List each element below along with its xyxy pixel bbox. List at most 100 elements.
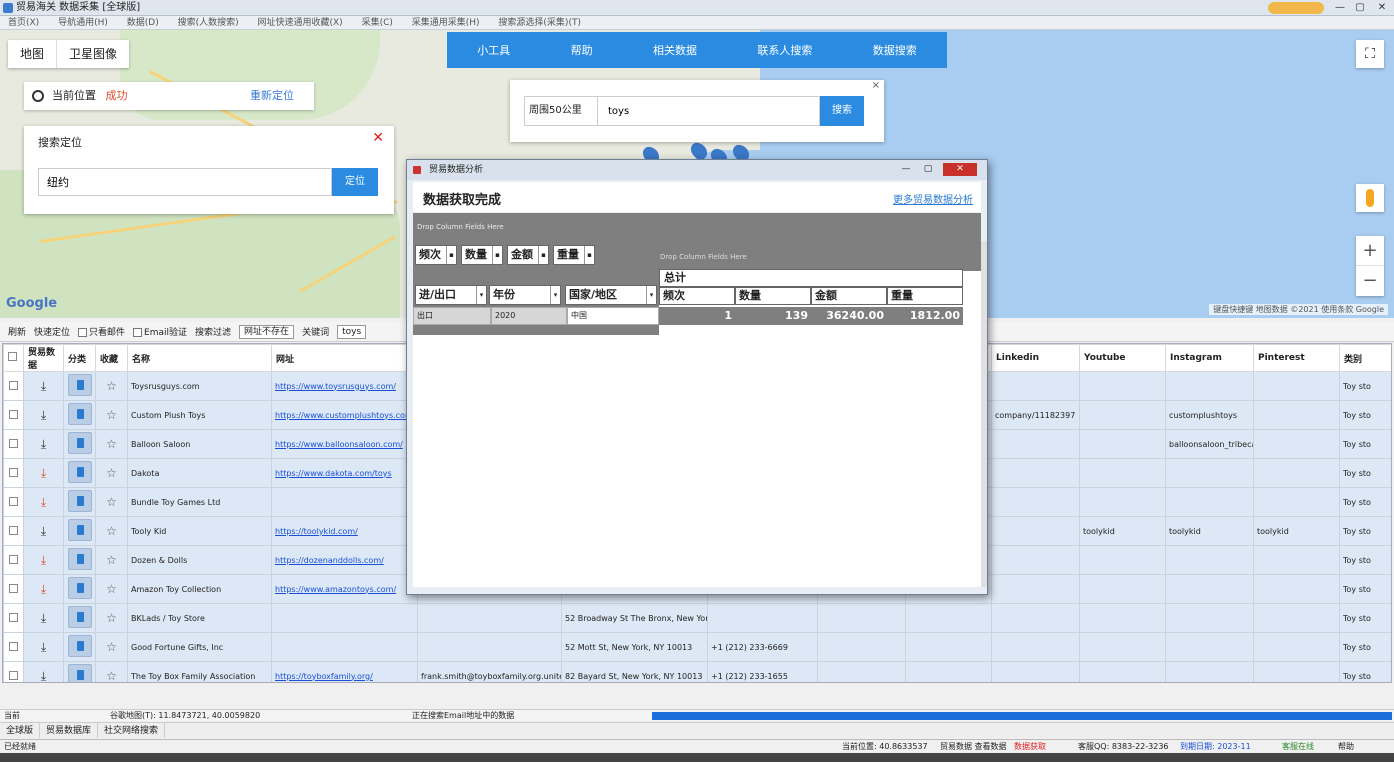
row-year-cell[interactable]: 2020 — [491, 307, 567, 325]
menu-item[interactable]: 首页(X) — [0, 18, 47, 28]
maximize-button[interactable]: ▢ — [1350, 1, 1370, 15]
url-link[interactable]: https://www.balloonsaloon.com/ — [275, 440, 403, 449]
url-cell[interactable]: https://www.dakota.com/toys — [271, 458, 418, 488]
star-icon[interactable]: ☆ — [106, 408, 117, 422]
refresh-button[interactable]: 刷新 — [8, 325, 26, 338]
row-select-cell[interactable] — [3, 487, 24, 517]
url-cell[interactable] — [271, 603, 418, 633]
menu-item[interactable]: 采集(C) — [354, 18, 401, 28]
dialog-close-button[interactable]: ✕ — [943, 163, 977, 176]
download-icon[interactable]: ⤓ — [41, 408, 46, 422]
category-cell[interactable] — [63, 371, 96, 401]
category-cell[interactable] — [63, 516, 96, 546]
email-verify-checkbox[interactable]: Email验证 — [133, 325, 187, 338]
url-cell[interactable]: https://toyboxfamily.org/ — [271, 661, 418, 682]
category-cell[interactable] — [63, 661, 96, 682]
url-link[interactable]: https://dozenanddolls.com/ — [275, 556, 384, 565]
tab-global[interactable]: 全球版 — [0, 723, 41, 738]
trade-data-cell[interactable]: ⤓ — [23, 429, 64, 459]
menu-item[interactable]: 采集通用采集(H) — [404, 18, 488, 28]
row-select-cell[interactable] — [3, 661, 24, 682]
trade-data-cell[interactable]: ⤓ — [23, 603, 64, 633]
col-youtube[interactable]: Youtube — [1079, 344, 1166, 372]
url-link[interactable]: https://toolykid.com/ — [275, 527, 358, 536]
phone-icon[interactable] — [67, 664, 92, 682]
url-link[interactable]: https://toyboxfamily.org/ — [275, 672, 373, 681]
close-icon[interactable]: × — [872, 80, 880, 91]
phone-icon[interactable] — [67, 577, 92, 599]
favorite-cell[interactable]: ☆ — [95, 661, 128, 682]
favorite-cell[interactable]: ☆ — [95, 487, 128, 517]
menu-tools[interactable]: 小工具 — [477, 42, 510, 58]
row-checkbox[interactable] — [9, 641, 18, 651]
trade-data-cell[interactable]: ⤓ — [23, 487, 64, 517]
phone-icon[interactable] — [67, 606, 92, 628]
col-trade-data[interactable]: 贸易数据 — [23, 344, 64, 372]
row-field-year[interactable]: 年份 ▾ — [489, 285, 561, 305]
download-icon[interactable]: ⤓ — [41, 553, 46, 567]
phone-icon[interactable] — [67, 519, 92, 541]
phone-icon[interactable] — [67, 548, 92, 570]
relocate-link[interactable]: 重新定位 — [250, 82, 294, 110]
url-link[interactable]: https://www.toysrusguys.com/ — [275, 382, 396, 391]
row-checkbox[interactable] — [9, 409, 18, 419]
row-field-country[interactable]: 国家/地区 ▾ — [565, 285, 657, 305]
favorite-cell[interactable]: ☆ — [95, 574, 128, 604]
category-cell[interactable] — [63, 603, 96, 633]
locate-input[interactable] — [38, 168, 332, 196]
notification-pill[interactable] — [1268, 2, 1324, 14]
row-country-cell[interactable]: 中国 — [567, 307, 659, 325]
row-field-direction[interactable]: 进/出口 ▾ — [415, 285, 487, 305]
category-cell[interactable] — [63, 458, 96, 488]
row-checkbox[interactable] — [9, 496, 18, 506]
url-filter-dropdown[interactable]: 网址不存在 — [239, 324, 295, 339]
download-icon[interactable]: ⤓ — [41, 495, 46, 509]
street-view-pegman-icon[interactable] — [1356, 184, 1384, 212]
col-favorite[interactable]: 收藏 — [95, 344, 128, 372]
row-select-cell[interactable] — [3, 632, 24, 662]
menu-related-data[interactable]: 相关数据 — [653, 42, 697, 58]
trade-data-cell[interactable]: ⤓ — [23, 458, 64, 488]
phone-icon[interactable] — [67, 635, 92, 657]
favorite-cell[interactable]: ☆ — [95, 429, 128, 459]
star-icon[interactable]: ☆ — [106, 379, 117, 393]
trade-data-cell[interactable]: ⤓ — [23, 516, 64, 546]
table-row[interactable]: ⤓ ☆ The Toy Box Family Association https://… — [3, 661, 1391, 682]
status-online[interactable]: 客服在线 — [1282, 740, 1314, 754]
url-cell[interactable] — [271, 487, 418, 517]
fullscreen-icon[interactable]: ⛶ — [1356, 40, 1384, 68]
row-select-cell[interactable] — [3, 574, 24, 604]
data-field-weight[interactable]: 重量 ▪ — [553, 245, 595, 265]
row-select-cell[interactable] — [3, 545, 24, 575]
radius-search-button[interactable]: 搜索 — [820, 96, 864, 126]
download-icon[interactable]: ⤓ — [41, 611, 46, 625]
menu-item[interactable]: 搜索源选择(采集)(T) — [490, 18, 589, 28]
col-pinterest[interactable]: Pinterest — [1253, 344, 1340, 372]
star-icon[interactable]: ☆ — [106, 669, 117, 682]
row-checkbox[interactable] — [9, 438, 18, 448]
star-icon[interactable]: ☆ — [106, 582, 117, 596]
row-select-cell[interactable] — [3, 458, 24, 488]
phone-icon[interactable] — [67, 490, 92, 512]
favorite-cell[interactable]: ☆ — [95, 371, 128, 401]
favorite-cell[interactable]: ☆ — [95, 516, 128, 546]
row-checkbox[interactable] — [9, 583, 18, 593]
category-cell[interactable] — [63, 429, 96, 459]
download-icon[interactable]: ⤓ — [41, 582, 46, 596]
col-url[interactable]: 网址 — [271, 344, 418, 372]
keyword-input[interactable] — [598, 96, 820, 126]
menu-help[interactable]: 帮助 — [571, 42, 593, 58]
phone-icon[interactable] — [67, 461, 92, 483]
trade-data-cell[interactable]: ⤓ — [23, 661, 64, 682]
trade-data-cell[interactable]: ⤓ — [23, 632, 64, 662]
quick-locate-button[interactable]: 快速定位 — [34, 325, 70, 338]
menu-item[interactable]: 网址快速通用收藏(X) — [249, 18, 350, 28]
map-type-map[interactable]: 地图 — [8, 40, 58, 68]
menu-item[interactable]: 导航通用(H) — [50, 18, 116, 28]
favorite-cell[interactable]: ☆ — [95, 458, 128, 488]
url-link[interactable]: https://www.amazontoys.com/ — [275, 585, 396, 594]
status-trade[interactable]: 贸易数据 查看数据 — [940, 740, 1007, 754]
favorite-cell[interactable]: ☆ — [95, 632, 128, 662]
star-icon[interactable]: ☆ — [106, 640, 117, 654]
col-instagram[interactable]: Instagram — [1165, 344, 1254, 372]
